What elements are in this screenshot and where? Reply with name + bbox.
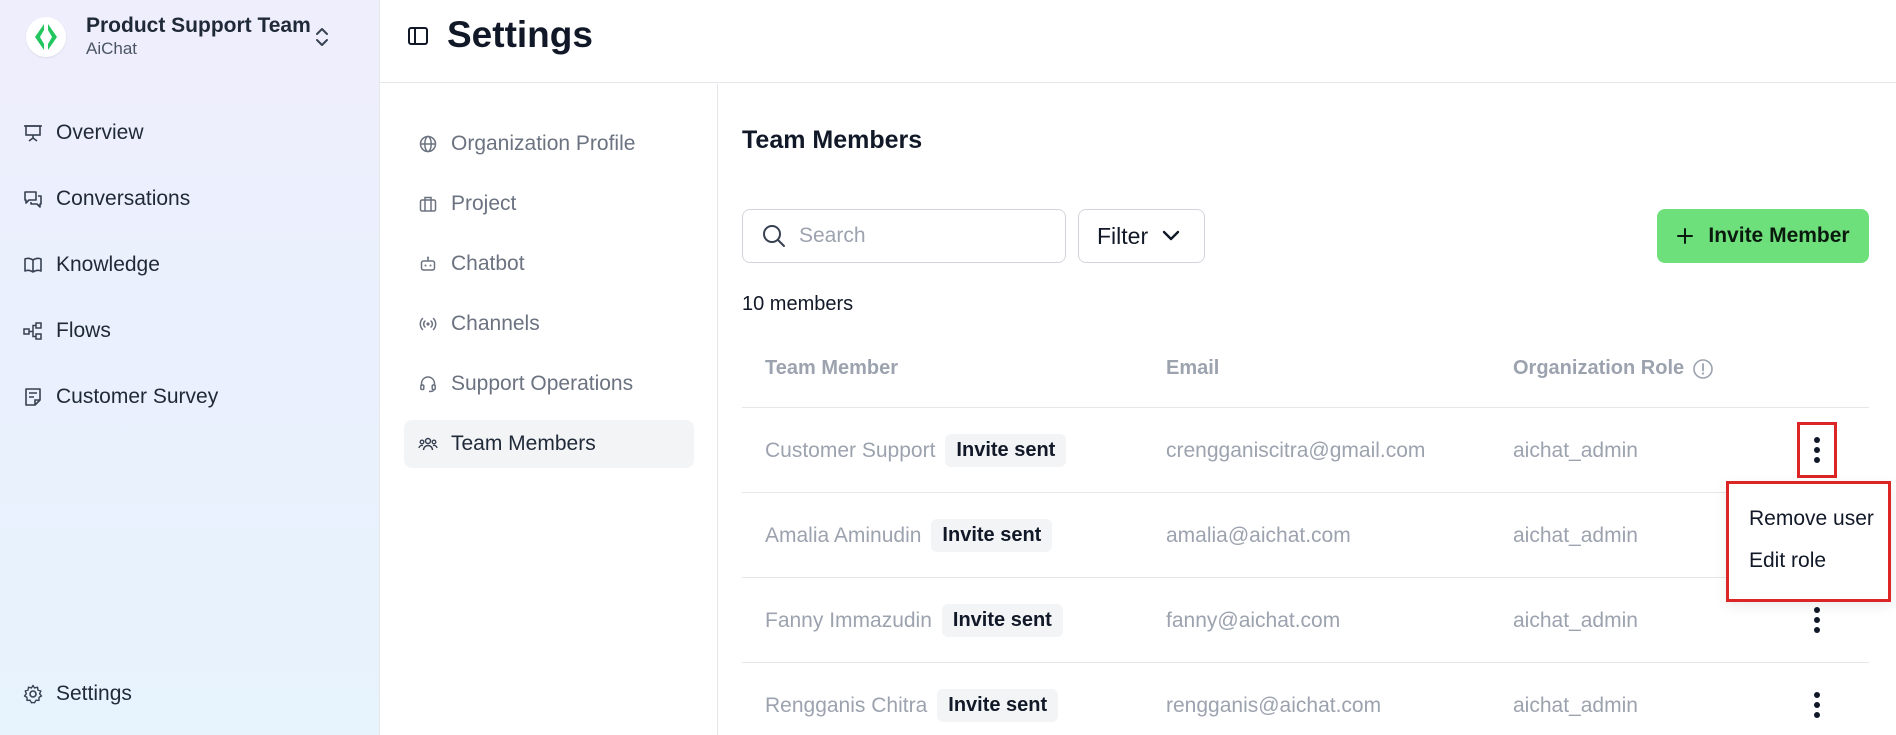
nav-item-flows[interactable]: Flows [0, 298, 379, 364]
member-name: Amalia Aminudin [765, 523, 922, 547]
settings-nav: Organization Profile Project Chatbot Cha… [380, 84, 718, 735]
section-title: Team Members [742, 126, 923, 154]
member-email: fanny@aichat.com [1166, 608, 1341, 632]
member-count: 10 members [742, 293, 854, 315]
column-header-team-member: Team Member [765, 357, 899, 379]
member-email: crengganiscitra@gmail.com [1166, 438, 1426, 462]
table-header: Team Member Email Organization Role [742, 329, 1869, 408]
remove-user-menu-item[interactable]: Remove user [1729, 498, 1888, 540]
sidebar: Product Support Team AiChat Overview Con… [0, 0, 380, 735]
settings-item-channels[interactable]: Channels [404, 300, 694, 348]
team-members-panel: Team Members Filter Invite Member 10 mem… [719, 84, 1896, 735]
settings-item-label: Channels [451, 312, 540, 335]
bot-icon [418, 254, 438, 274]
filter-label: Filter [1097, 222, 1149, 249]
row-actions-button[interactable] [1797, 422, 1837, 478]
sidebar-toggle-button[interactable] [404, 22, 432, 50]
nav-item-conversations[interactable]: Conversations [0, 166, 379, 232]
member-role: aichat_admin [1513, 693, 1638, 717]
member-role: aichat_admin [1513, 438, 1638, 462]
invite-member-button[interactable]: Invite Member [1657, 209, 1869, 263]
settings-item-label: Chatbot [451, 252, 525, 275]
search-field[interactable] [742, 209, 1066, 263]
member-name: Rengganis Chitra [765, 693, 928, 717]
status-badge: Invite sent [941, 604, 1063, 637]
member-name: Fanny Immazudin [765, 608, 932, 632]
nav-item-label: Customer Survey [56, 385, 219, 408]
member-email: rengganis@aichat.com [1166, 693, 1382, 717]
team-subtitle: AiChat [86, 39, 138, 58]
table-row: Amalia Aminudin Invite sent amalia@aicha… [742, 493, 1869, 578]
aichat-logo [26, 17, 66, 57]
flow-icon [22, 320, 44, 342]
settings-item-label: Organization Profile [451, 132, 636, 155]
globe-icon [418, 134, 438, 154]
main-nav: Overview Conversations Knowledge Flows C… [0, 100, 379, 430]
nav-item-label: Conversations [56, 187, 191, 210]
member-role: aichat_admin [1513, 523, 1638, 547]
settings-item-support-operations[interactable]: Support Operations [404, 360, 694, 408]
search-input[interactable] [799, 224, 1039, 248]
member-role: aichat_admin [1513, 608, 1638, 632]
broadcast-icon [418, 314, 438, 334]
nav-item-customer-survey[interactable]: Customer Survey [0, 364, 379, 430]
invite-member-label: Invite Member [1708, 224, 1850, 247]
page-header: Settings [380, 0, 1896, 83]
nav-item-label: Settings [56, 682, 132, 705]
survey-icon [22, 386, 44, 408]
row-actions-button[interactable] [1800, 680, 1834, 730]
presentation-icon [22, 122, 44, 144]
team-name: Product Support Team [86, 14, 311, 37]
settings-item-label: Project [451, 192, 517, 215]
table-row: Fanny Immazudin Invite sent fanny@aichat… [742, 578, 1869, 663]
member-name: Customer Support [765, 438, 936, 462]
search-icon [761, 223, 787, 249]
status-badge: Invite sent [931, 519, 1053, 552]
settings-item-chatbot[interactable]: Chatbot [404, 240, 694, 288]
chevron-up-down-icon [312, 24, 332, 55]
chevron-down-icon [1162, 230, 1180, 242]
kebab-icon [1814, 607, 1820, 633]
member-email: amalia@aichat.com [1166, 523, 1351, 547]
briefcase-icon [418, 194, 438, 214]
chat-bubbles-icon [22, 188, 44, 210]
members-table: Team Member Email Organization Role Cust… [742, 329, 1869, 735]
sidebar-toggle-icon [408, 27, 428, 45]
settings-item-label: Team Members [451, 432, 596, 455]
nav-item-overview[interactable]: Overview [0, 100, 379, 166]
plus-icon [1676, 227, 1694, 245]
nav-item-label: Knowledge [56, 253, 160, 276]
nav-item-knowledge[interactable]: Knowledge [0, 232, 379, 298]
nav-item-label: Flows [56, 319, 111, 342]
headset-icon [418, 374, 438, 394]
table-row: Customer Support Invite sent crengganisc… [742, 408, 1869, 493]
filter-button[interactable]: Filter [1078, 209, 1205, 263]
table-row: Rengganis Chitra Invite sent rengganis@a… [742, 663, 1869, 735]
users-icon [418, 434, 438, 454]
status-badge: Invite sent [945, 434, 1067, 467]
settings-item-project[interactable]: Project [404, 180, 694, 228]
kebab-icon [1814, 692, 1820, 718]
edit-role-menu-item[interactable]: Edit role [1729, 540, 1888, 582]
page-title: Settings [447, 14, 593, 55]
nav-item-settings[interactable]: Settings [0, 661, 379, 727]
column-header-label: Organization Role [1513, 357, 1685, 379]
column-header-organization-role: Organization Role [1513, 329, 1714, 408]
team-switcher[interactable]: Product Support Team AiChat [26, 12, 346, 62]
row-actions-menu: Remove user Edit role [1726, 481, 1891, 602]
book-icon [22, 254, 44, 276]
settings-item-team-members[interactable]: Team Members [404, 420, 694, 468]
gear-icon [22, 683, 44, 705]
info-icon[interactable] [1692, 358, 1714, 380]
settings-item-organization-profile[interactable]: Organization Profile [404, 120, 694, 168]
nav-item-label: Overview [56, 121, 144, 144]
status-badge: Invite sent [937, 689, 1059, 722]
kebab-icon [1814, 437, 1820, 463]
row-actions-button[interactable] [1800, 595, 1834, 645]
column-header-email: Email [1166, 357, 1220, 379]
settings-item-label: Support Operations [451, 372, 634, 395]
